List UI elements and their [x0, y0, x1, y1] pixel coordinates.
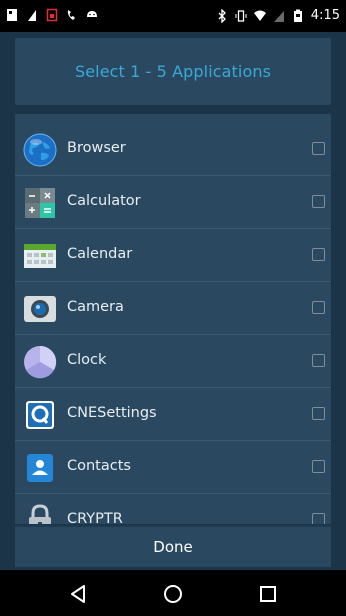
list-item-camera[interactable]: Camera [15, 282, 331, 335]
phone-signal-icon [28, 10, 36, 21]
list-item-calculator[interactable]: Calculator [15, 176, 331, 229]
app-label: Browser [67, 140, 126, 156]
vibrate-icon [235, 9, 247, 22]
cryptr-icon [29, 504, 51, 524]
contacts-icon [27, 454, 53, 482]
recents-icon[interactable] [256, 582, 280, 606]
app-label: Clock [67, 352, 107, 368]
app-label: Calculator [67, 193, 141, 209]
clock-icon [24, 345, 57, 379]
app-label: CRYPTR [67, 511, 123, 524]
list-item-cnesettings[interactable]: CNESettings [15, 388, 331, 441]
app-checkbox[interactable] [312, 354, 325, 367]
list-item-contacts[interactable]: Contacts [15, 441, 331, 494]
back-icon[interactable] [66, 582, 90, 606]
list-item-browser[interactable]: Browser [15, 123, 331, 176]
call-icon [67, 10, 75, 20]
notification-icon [7, 9, 17, 21]
camera-icon [24, 296, 56, 322]
home-icon[interactable] [161, 582, 185, 606]
app-label: Camera [67, 299, 124, 315]
list-item-cryptr[interactable]: CRYPTR [15, 494, 331, 524]
app-checkbox[interactable] [312, 301, 325, 314]
calendar-icon [24, 244, 56, 268]
app-label: Contacts [67, 458, 131, 474]
status-left-icons [6, 8, 98, 22]
list-item-calendar[interactable]: Calendar [15, 229, 331, 282]
app-label: CNESettings [67, 405, 157, 421]
wifi-icon [253, 10, 266, 21]
app-checkbox[interactable] [312, 460, 325, 473]
done-button[interactable]: Done [15, 525, 331, 567]
status-bar: 4:15 [0, 0, 346, 32]
app-checkbox[interactable] [312, 407, 325, 420]
signal-icon [273, 10, 284, 22]
list-item-clock[interactable]: Clock [15, 335, 331, 388]
bluetooth-icon [218, 8, 226, 23]
status-time: 4:15 [310, 8, 340, 23]
dialog-title: Select 1 - 5 Applications [15, 38, 331, 105]
battery-icon [293, 9, 302, 22]
browser-icon [23, 133, 57, 167]
status-right-icons: 4:15 [216, 8, 340, 23]
cnesettings-icon [26, 401, 54, 429]
app-label: Calendar [67, 246, 133, 262]
android-icon [87, 11, 97, 17]
sim-icon [46, 8, 58, 22]
app-checkbox[interactable] [312, 513, 325, 524]
app-checkbox[interactable] [312, 195, 325, 208]
calculator-icon [25, 188, 55, 218]
navigation-bar [0, 570, 346, 616]
app-checkbox[interactable] [312, 142, 325, 155]
app-list[interactable]: Browser Calculator Calendar Camera Clock… [15, 114, 331, 524]
app-checkbox[interactable] [312, 248, 325, 261]
